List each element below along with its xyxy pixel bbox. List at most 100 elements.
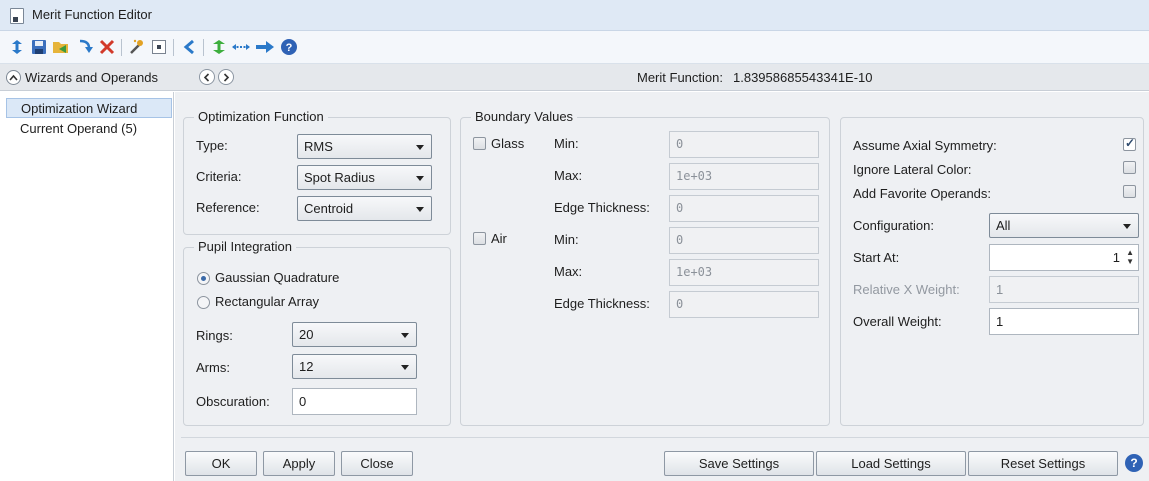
collapse-icon[interactable] bbox=[6, 70, 21, 85]
undo-icon[interactable] bbox=[178, 35, 200, 59]
save-icon[interactable] bbox=[28, 35, 50, 59]
chevron-down-icon bbox=[416, 176, 424, 181]
obscuration-label: Obscuration: bbox=[196, 394, 270, 409]
type-label: Type: bbox=[196, 138, 228, 153]
glass-max-input[interactable]: 1e+03 bbox=[669, 163, 819, 190]
merit-function-label: Merit Function: bbox=[637, 70, 723, 85]
toolbar-separator bbox=[121, 39, 122, 56]
nav-item-optimization-wizard[interactable]: Optimization Wizard bbox=[6, 98, 172, 118]
close-button[interactable]: Close bbox=[341, 451, 413, 476]
rectangular-label[interactable]: Rectangular Array bbox=[215, 294, 319, 309]
sort-icon[interactable] bbox=[208, 35, 230, 59]
chevron-down-icon bbox=[1123, 224, 1131, 229]
configuration-value: All bbox=[996, 218, 1011, 233]
options-group: Assume Axial Symmetry: Ignore Lateral Co… bbox=[840, 117, 1144, 426]
assume-axial-label: Assume Axial Symmetry: bbox=[853, 138, 997, 153]
pupil-integration-legend: Pupil Integration bbox=[194, 239, 296, 254]
load-settings-button[interactable]: Load Settings bbox=[816, 451, 966, 476]
glass-checkbox[interactable] bbox=[473, 137, 486, 150]
wizard-panel: Optimization Function Type: RMS Criteria… bbox=[175, 92, 1149, 481]
toolbar-separator bbox=[203, 39, 204, 56]
criteria-label: Criteria: bbox=[196, 169, 242, 184]
help-icon[interactable]: ? bbox=[1125, 454, 1143, 472]
reference-label: Reference: bbox=[196, 200, 260, 215]
air-label: Air bbox=[491, 231, 507, 246]
pupil-integration-group: Pupil Integration Gaussian Quadrature Re… bbox=[183, 239, 451, 426]
optimization-function-group: Optimization Function Type: RMS Criteria… bbox=[183, 109, 451, 235]
expand-icon[interactable] bbox=[230, 35, 252, 59]
criteria-value: Spot Radius bbox=[304, 170, 375, 185]
toolbar-separator bbox=[173, 39, 174, 56]
glass-max-label: Max: bbox=[554, 168, 583, 183]
air-max-label: Max: bbox=[554, 264, 583, 279]
spinner-icon[interactable]: ▲ ▼ bbox=[1126, 248, 1134, 266]
start-at-label: Start At: bbox=[853, 250, 900, 265]
relative-x-weight-input[interactable]: 1 bbox=[989, 276, 1139, 303]
insert-icon[interactable] bbox=[74, 35, 96, 59]
reset-settings-button[interactable]: Reset Settings bbox=[968, 451, 1118, 476]
rings-label: Rings: bbox=[196, 328, 233, 343]
glass-label: Glass bbox=[491, 136, 525, 151]
arms-value: 12 bbox=[299, 359, 314, 374]
rings-value: 20 bbox=[299, 327, 314, 342]
boundary-values-group: Boundary Values Glass Min: 0 Max: 1e+03 … bbox=[460, 109, 830, 426]
air-checkbox[interactable] bbox=[473, 232, 486, 245]
air-edge-label: Edge Thickness: bbox=[554, 296, 650, 311]
nav-item-current-operand[interactable]: Current Operand (5) bbox=[6, 119, 172, 139]
add-favorite-checkbox[interactable] bbox=[1123, 185, 1136, 198]
gaussian-radio[interactable] bbox=[197, 272, 210, 285]
refresh-icon[interactable] bbox=[6, 35, 28, 59]
wizard-nav: Optimization Wizard Current Operand (5) bbox=[6, 92, 174, 481]
delete-icon[interactable] bbox=[96, 35, 118, 59]
section-title: Wizards and Operands bbox=[25, 70, 158, 85]
type-dropdown[interactable]: RMS bbox=[297, 134, 432, 159]
glass-min-input[interactable]: 0 bbox=[669, 131, 819, 158]
svg-text:?: ? bbox=[286, 42, 293, 54]
chevron-left-icon[interactable] bbox=[199, 69, 215, 85]
glass-edge-label: Edge Thickness: bbox=[554, 200, 650, 215]
document-icon bbox=[10, 8, 24, 24]
rings-dropdown[interactable]: 20 bbox=[292, 322, 417, 347]
arrow-right-icon[interactable] bbox=[254, 35, 276, 59]
air-min-input[interactable]: 0 bbox=[669, 227, 819, 254]
stop-icon[interactable] bbox=[148, 35, 170, 59]
overall-weight-input[interactable]: 1 bbox=[989, 308, 1139, 335]
save-settings-button[interactable]: Save Settings bbox=[664, 451, 814, 476]
help-icon[interactable]: ? bbox=[278, 35, 300, 59]
apply-button[interactable]: Apply bbox=[263, 451, 335, 476]
open-icon[interactable] bbox=[50, 35, 72, 59]
optimization-function-legend: Optimization Function bbox=[194, 109, 328, 124]
window-title: Merit Function Editor bbox=[32, 7, 152, 22]
toolbar: ? bbox=[0, 31, 1149, 64]
type-value: RMS bbox=[304, 139, 333, 154]
gaussian-label[interactable]: Gaussian Quadrature bbox=[215, 270, 339, 285]
rectangular-radio[interactable] bbox=[197, 296, 210, 309]
relative-x-weight-label: Relative X Weight: bbox=[853, 282, 960, 297]
glass-min-label: Min: bbox=[554, 136, 579, 151]
chevron-down-icon bbox=[401, 365, 409, 370]
chevron-right-icon[interactable] bbox=[218, 69, 234, 85]
button-bar-divider bbox=[181, 437, 1149, 438]
ignore-lateral-checkbox[interactable] bbox=[1123, 161, 1136, 174]
start-at-value: 1 bbox=[1112, 250, 1120, 265]
arms-dropdown[interactable]: 12 bbox=[292, 354, 417, 379]
obscuration-input[interactable]: 0 bbox=[292, 388, 417, 415]
boundary-values-legend: Boundary Values bbox=[471, 109, 578, 124]
glass-edge-input[interactable]: 0 bbox=[669, 195, 819, 222]
arms-label: Arms: bbox=[196, 360, 230, 375]
configuration-label: Configuration: bbox=[853, 218, 934, 233]
reference-value: Centroid bbox=[304, 201, 354, 216]
wizard-icon[interactable] bbox=[126, 35, 148, 59]
assume-axial-checkbox[interactable] bbox=[1123, 136, 1136, 151]
air-max-input[interactable]: 1e+03 bbox=[669, 259, 819, 286]
ok-button[interactable]: OK bbox=[185, 451, 257, 476]
add-favorite-label: Add Favorite Operands: bbox=[853, 186, 992, 201]
configuration-dropdown[interactable]: All bbox=[989, 213, 1139, 238]
criteria-dropdown[interactable]: Spot Radius bbox=[297, 165, 432, 190]
chevron-down-icon bbox=[416, 145, 424, 150]
reference-dropdown[interactable]: Centroid bbox=[297, 196, 432, 221]
chevron-down-icon bbox=[401, 333, 409, 338]
start-at-stepper[interactable]: 1 ▲ ▼ bbox=[989, 244, 1139, 271]
chevron-down-icon bbox=[416, 207, 424, 212]
air-edge-input[interactable]: 0 bbox=[669, 291, 819, 318]
